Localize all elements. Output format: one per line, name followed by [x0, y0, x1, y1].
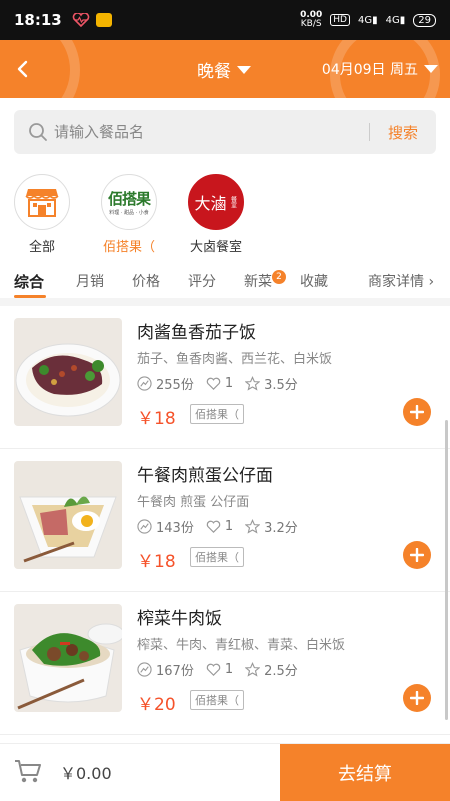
- cart-total: ￥0.00: [60, 764, 112, 783]
- tab-favorites[interactable]: 收藏: [300, 271, 328, 291]
- search-button[interactable]: 搜索: [388, 122, 418, 143]
- meal-label: 晚餐: [197, 62, 231, 82]
- search-input[interactable]: [54, 123, 354, 141]
- star-icon: [245, 376, 261, 391]
- tab-label: 商家详情: [368, 274, 424, 290]
- tab-overall[interactable]: 综合: [14, 271, 44, 292]
- dish-photo: [14, 461, 122, 569]
- date-label: 04月09日 周五: [321, 62, 418, 78]
- app-header: 晚餐 04月09日 周五: [0, 40, 450, 98]
- sales-chart-icon: [137, 376, 152, 391]
- shop-item-all[interactable]: 全部: [2, 174, 82, 255]
- like-count: 1: [224, 662, 234, 677]
- baidaguo-logo: 佰搭果 料理 · 甜品 · 小食: [101, 174, 157, 230]
- search-divider: [368, 123, 370, 141]
- tab-new-dishes[interactable]: 新菜 2: [244, 270, 286, 291]
- dish-description: 茄子、鱼香肉酱、西兰花、白米饭: [137, 352, 333, 367]
- dish-description: 午餐肉 煎蛋 公仔面: [137, 495, 250, 510]
- shop-tag: 佰搭果（: [190, 547, 244, 567]
- store-icon: [14, 174, 70, 230]
- search-icon: [29, 123, 47, 141]
- chevron-right-icon: ›: [428, 274, 435, 290]
- tab-rating[interactable]: 评分: [188, 271, 216, 291]
- meal-selector[interactable]: 晚餐: [197, 57, 251, 82]
- search-bar: 搜索: [14, 110, 436, 154]
- dish-stats: 167份 1 2.5分: [137, 660, 298, 679]
- shop-name: 佰搭果（: [102, 240, 155, 255]
- checkout-button[interactable]: 去结算: [280, 744, 450, 801]
- dish-stats: 143份 1 3.2分: [137, 517, 298, 536]
- like-count: 1: [224, 519, 234, 534]
- star-icon: [245, 662, 261, 677]
- sales-chart-icon: [137, 519, 152, 534]
- heart-icon[interactable]: [206, 519, 221, 534]
- add-to-cart-button[interactable]: [403, 398, 431, 426]
- section-divider: [0, 298, 450, 306]
- dish-photo: [14, 318, 122, 426]
- dish-price: ￥18: [137, 409, 176, 429]
- health-icon: [72, 13, 90, 27]
- shop-filter: 全部 佰搭果 料理 · 甜品 · 小食 佰搭果（ 大滷 餐室 大卤餐室: [0, 174, 450, 256]
- shop-item-daluxi[interactable]: 大滷 餐室 大卤餐室: [176, 174, 256, 255]
- heart-icon[interactable]: [206, 376, 221, 391]
- shop-tag: 佰搭果（: [190, 404, 244, 424]
- dish-description: 榨菜、牛肉、青红椒、青菜、白米饭: [137, 638, 346, 653]
- rating-score: 2.5分: [264, 664, 298, 679]
- app-notification-icon: [95, 13, 112, 27]
- sales-count: 167份: [156, 664, 194, 679]
- dish-stats: 255份 1 3.5分: [137, 374, 298, 393]
- status-bar: 18:13 0.00 KB/S HD 4G▮ 4G▮ 29: [0, 0, 450, 40]
- sort-tabs: 综合 月销 价格 评分 新菜 2 收藏 商家详情 ›: [0, 266, 450, 296]
- battery-icon: 29: [413, 13, 436, 27]
- dish-title: 午餐肉煎蛋公仔面: [137, 466, 273, 486]
- scrollbar[interactable]: [445, 420, 448, 720]
- signal-icon-2: 4G▮: [385, 14, 406, 26]
- dish-title: 榨菜牛肉饭: [137, 609, 222, 629]
- dropdown-triangle-icon: [424, 65, 438, 73]
- back-arrow-icon[interactable]: [12, 56, 34, 82]
- add-to-cart-button[interactable]: [403, 684, 431, 712]
- daluxi-logo: 大滷 餐室: [188, 174, 244, 230]
- rating-score: 3.2分: [264, 521, 298, 536]
- tab-shop-details[interactable]: 商家详情 ›: [368, 271, 434, 291]
- list-item[interactable]: 午餐肉煎蛋公仔面 午餐肉 煎蛋 公仔面 143份 1 3.2分 ￥18 佰搭果（: [0, 449, 450, 592]
- dish-title: 肉酱鱼香茄子饭: [137, 323, 256, 343]
- shop-tag: 佰搭果（: [190, 690, 244, 710]
- plus-icon: [410, 405, 424, 419]
- dish-price: ￥20: [137, 695, 176, 715]
- plus-icon: [410, 691, 424, 705]
- dish-price: ￥18: [137, 552, 176, 572]
- rating-score: 3.5分: [264, 378, 298, 393]
- tab-monthly-sales[interactable]: 月销: [76, 271, 104, 291]
- sales-count: 143份: [156, 521, 194, 536]
- tab-price[interactable]: 价格: [132, 271, 160, 291]
- list-item[interactable]: 肉酱鱼香茄子饭 茄子、鱼香肉酱、西兰花、白米饭 255份 1 3.5分 ￥18 …: [0, 306, 450, 449]
- status-time: 18:13: [14, 11, 62, 29]
- sales-count: 255份: [156, 378, 194, 393]
- star-icon: [245, 519, 261, 534]
- plus-icon: [410, 548, 424, 562]
- dish-photo: [14, 604, 122, 712]
- tab-label: 新菜: [244, 274, 272, 290]
- shop-name: 全部: [28, 240, 55, 255]
- shopping-cart-icon[interactable]: [14, 759, 42, 785]
- heart-icon[interactable]: [206, 662, 221, 677]
- list-item[interactable]: 榨菜牛肉饭 榨菜、牛肉、青红椒、青菜、白米饭 167份 1 2.5分 ￥20 佰…: [0, 592, 450, 735]
- date-selector[interactable]: 04月09日 周五: [322, 59, 438, 79]
- signal-icon-1: 4G▮: [357, 14, 378, 26]
- hd-badge: HD: [330, 14, 350, 26]
- dropdown-triangle-icon: [237, 65, 251, 74]
- add-to-cart-button[interactable]: [403, 541, 431, 569]
- net-speed: 0.00 KB/S: [300, 10, 323, 29]
- shop-item-baidaguo[interactable]: 佰搭果 料理 · 甜品 · 小食 佰搭果（: [89, 174, 169, 255]
- sales-chart-icon: [137, 662, 152, 677]
- like-count: 1: [224, 376, 234, 391]
- new-count-badge: 2: [272, 270, 286, 284]
- cart-bar: ￥0.00 去结算: [0, 743, 450, 801]
- shop-name: 大卤餐室: [189, 240, 242, 255]
